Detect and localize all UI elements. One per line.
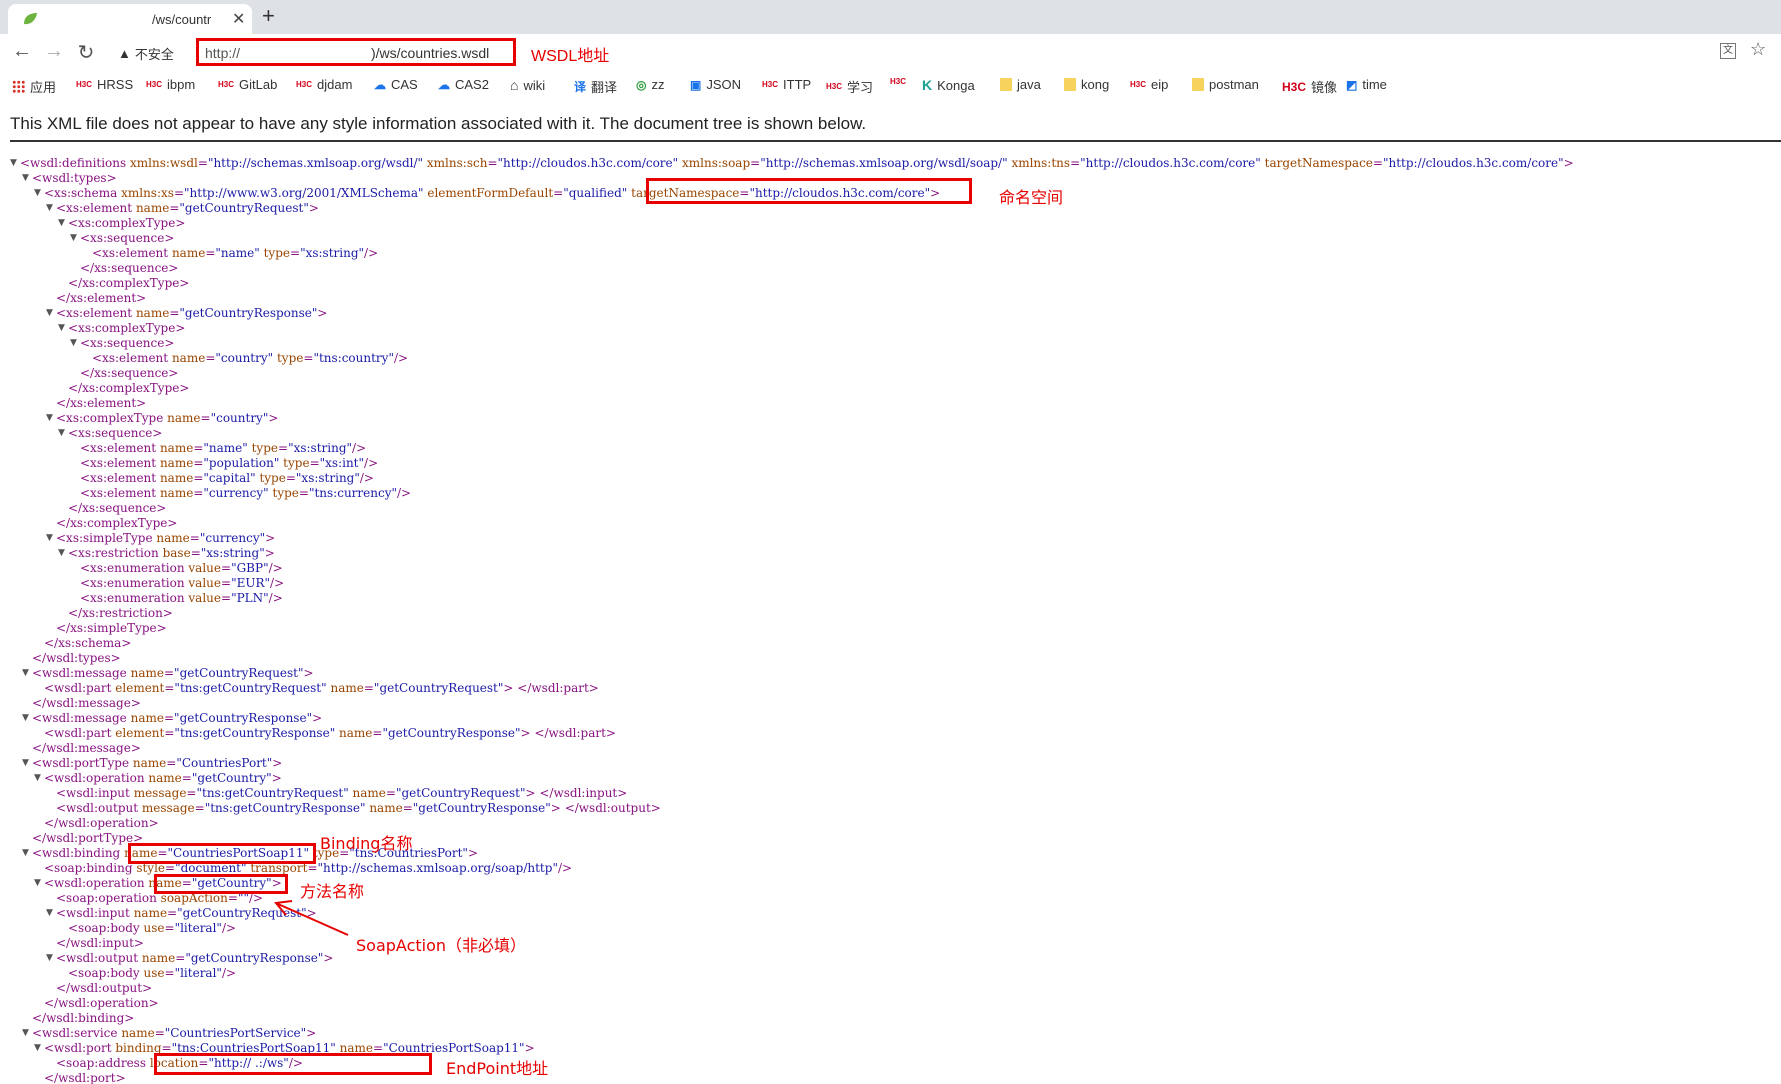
soap-action-arrow xyxy=(274,900,349,936)
